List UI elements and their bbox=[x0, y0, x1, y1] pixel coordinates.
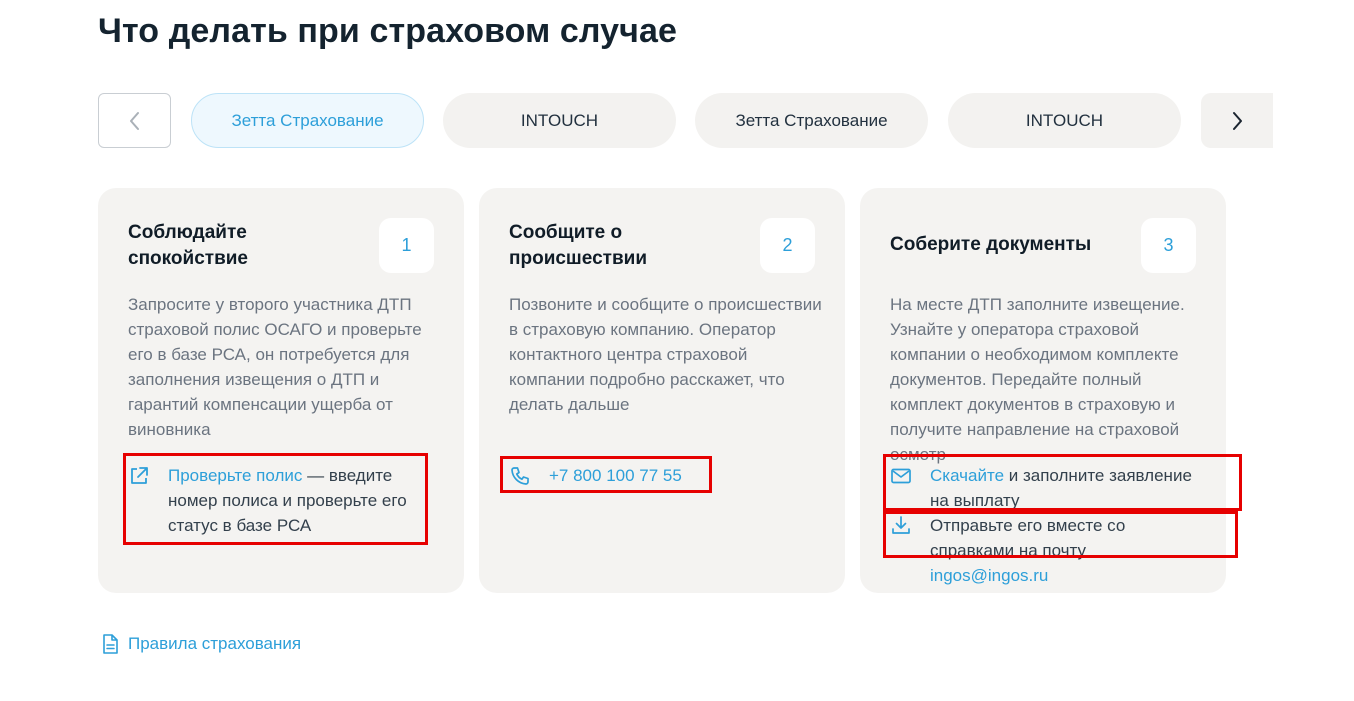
chevron-right-icon bbox=[1233, 111, 1242, 130]
card-title: Сообщите о происшествии bbox=[509, 222, 648, 269]
next-button[interactable] bbox=[1201, 93, 1273, 148]
document-icon bbox=[103, 634, 118, 654]
card-title: Соблюдайте спокойствие bbox=[128, 222, 248, 269]
insurance-rules-link[interactable]: Правила страхования bbox=[100, 633, 301, 655]
card-description: Запросите у второго участника ДТП страхо… bbox=[128, 295, 422, 439]
highlight-box-download bbox=[883, 454, 1242, 511]
insurance-rules-label: Правила страхования bbox=[128, 634, 302, 653]
step-card-2: Сообщите о происшествии 2 Позвоните и со… bbox=[479, 188, 845, 593]
chevron-left-icon bbox=[129, 111, 139, 130]
page-title: Что делать при страховом случае bbox=[98, 12, 678, 50]
card-description: Позвоните и сообщите о происшествии в ст… bbox=[509, 295, 822, 414]
highlight-box-send bbox=[883, 511, 1238, 558]
card-description: На месте ДТП заполните извещение. Узнайт… bbox=[890, 295, 1185, 464]
prev-button[interactable] bbox=[98, 93, 171, 148]
step-number: 1 bbox=[379, 218, 434, 273]
tab-intouch-1[interactable]: INTOUCH bbox=[443, 93, 676, 148]
tab-intouch-2[interactable]: INTOUCH bbox=[948, 93, 1181, 148]
email-link[interactable]: ingos@ingos.ru bbox=[930, 566, 1048, 585]
highlight-box-phone bbox=[500, 456, 712, 493]
card-title: Соберите документы bbox=[890, 234, 1092, 255]
highlight-box-policy bbox=[123, 453, 428, 545]
step-number: 2 bbox=[760, 218, 815, 273]
tab-zetta-1[interactable]: Зетта Страхование bbox=[191, 93, 424, 148]
tab-zetta-2[interactable]: Зетта Страхование bbox=[695, 93, 928, 148]
step-number: 3 bbox=[1141, 218, 1196, 273]
